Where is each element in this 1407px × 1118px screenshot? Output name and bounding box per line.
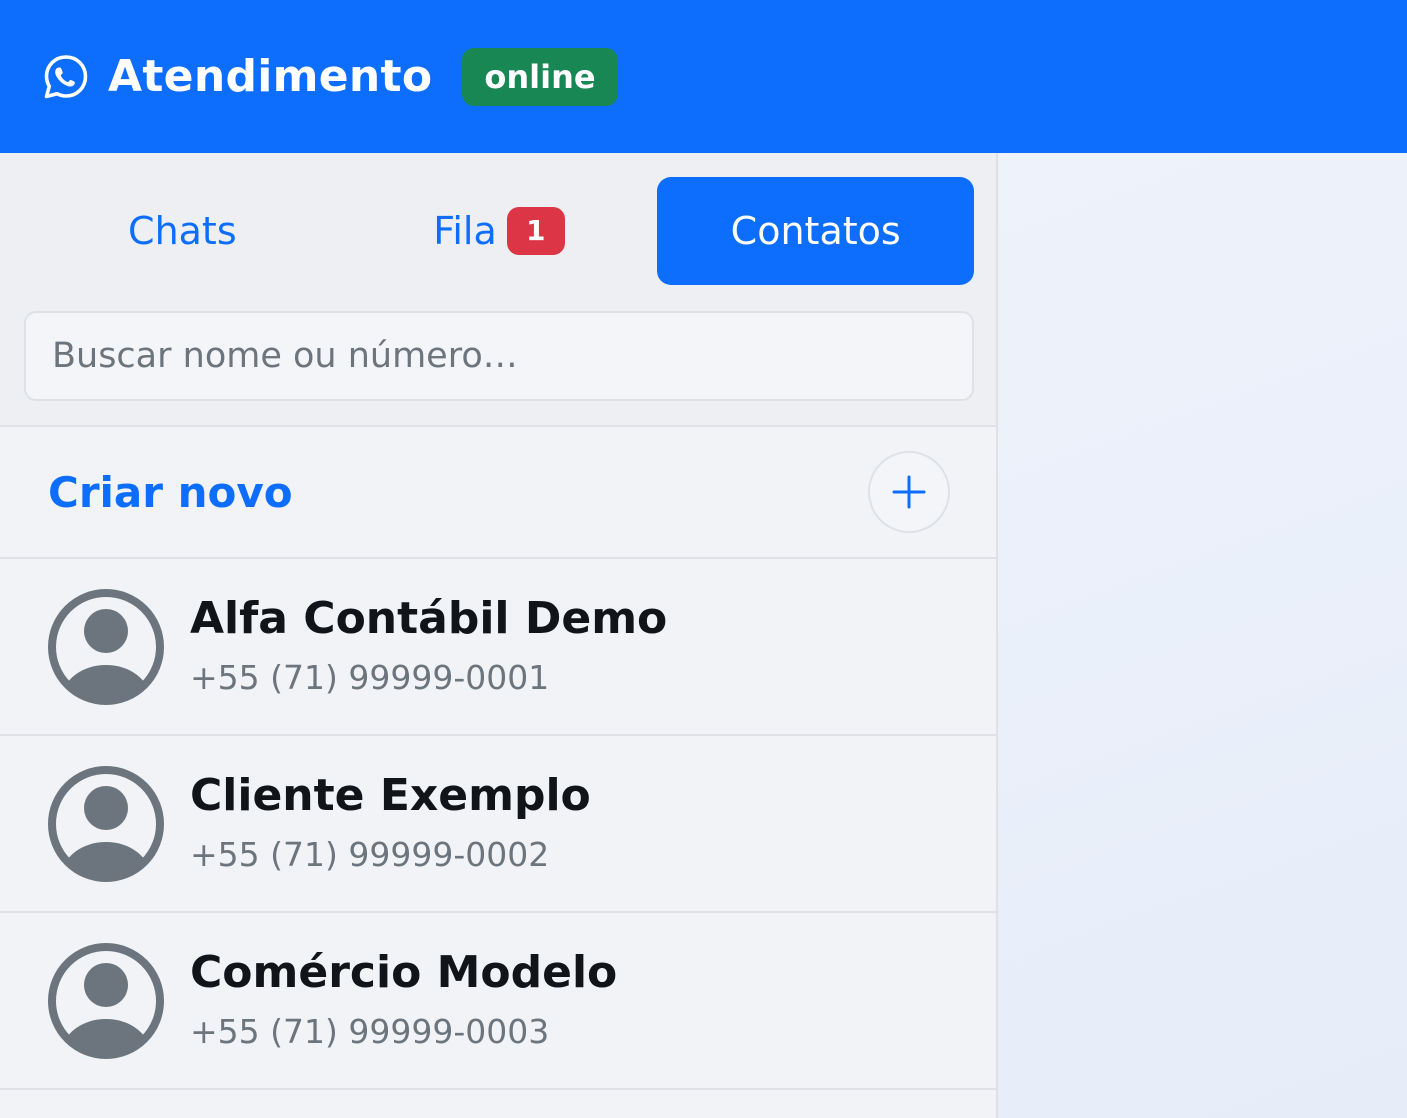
tab-bar: Chats Fila 1 Contatos: [24, 177, 975, 285]
contact-info: Alfa Contábil Demo +55 (71) 99999-0001: [190, 590, 667, 704]
contact-name: Alfa Contábil Demo: [190, 592, 668, 644]
search-input[interactable]: [24, 311, 974, 401]
status-badge: online: [462, 47, 618, 106]
tab-label: Contatos: [730, 209, 901, 253]
contact-name: Comércio Modelo: [190, 946, 618, 998]
create-new-link[interactable]: Criar novo: [48, 468, 293, 517]
tab-label: Fila: [433, 209, 497, 253]
queue-count-badge: 1: [506, 207, 565, 255]
add-contact-button[interactable]: [868, 451, 950, 533]
contact-name: Cliente Exemplo: [190, 769, 591, 821]
contact-phone: +55 (71) 99999-0002: [190, 834, 550, 874]
avatar-icon: [46, 764, 166, 884]
tab-label: Chats: [128, 209, 237, 253]
avatar-icon: [46, 587, 166, 707]
create-new-row: Criar novo: [0, 427, 996, 559]
contact-phone: +55 (71) 99999-0003: [190, 1011, 550, 1051]
sidebar: Chats Fila 1 Contatos Criar novo: [0, 153, 998, 1118]
avatar-icon: [46, 941, 166, 1061]
contact-list-item[interactable]: Comércio Modelo +55 (71) 99999-0003: [0, 913, 996, 1090]
whatsapp-icon: [42, 53, 90, 101]
contact-info: Cliente Exemplo +55 (71) 99999-0002: [190, 767, 591, 881]
app-header: Atendimento online: [0, 0, 1407, 153]
contact-list-item[interactable]: Cliente Exemplo +55 (71) 99999-0002: [0, 736, 996, 913]
app-title: Atendimento: [108, 51, 433, 102]
plus-icon: [892, 475, 926, 509]
tab-fila[interactable]: Fila 1: [341, 177, 658, 285]
contact-info: Comércio Modelo +55 (71) 99999-0003: [190, 944, 617, 1058]
tab-chats[interactable]: Chats: [24, 177, 341, 285]
sidebar-top: Chats Fila 1 Contatos: [0, 153, 996, 427]
contact-phone: +55 (71) 99999-0001: [190, 657, 550, 697]
chat-panel-empty: [998, 153, 1407, 1118]
contact-list-item[interactable]: Alfa Contábil Demo +55 (71) 99999-0001: [0, 559, 996, 736]
tab-contatos[interactable]: Contatos: [657, 177, 975, 285]
